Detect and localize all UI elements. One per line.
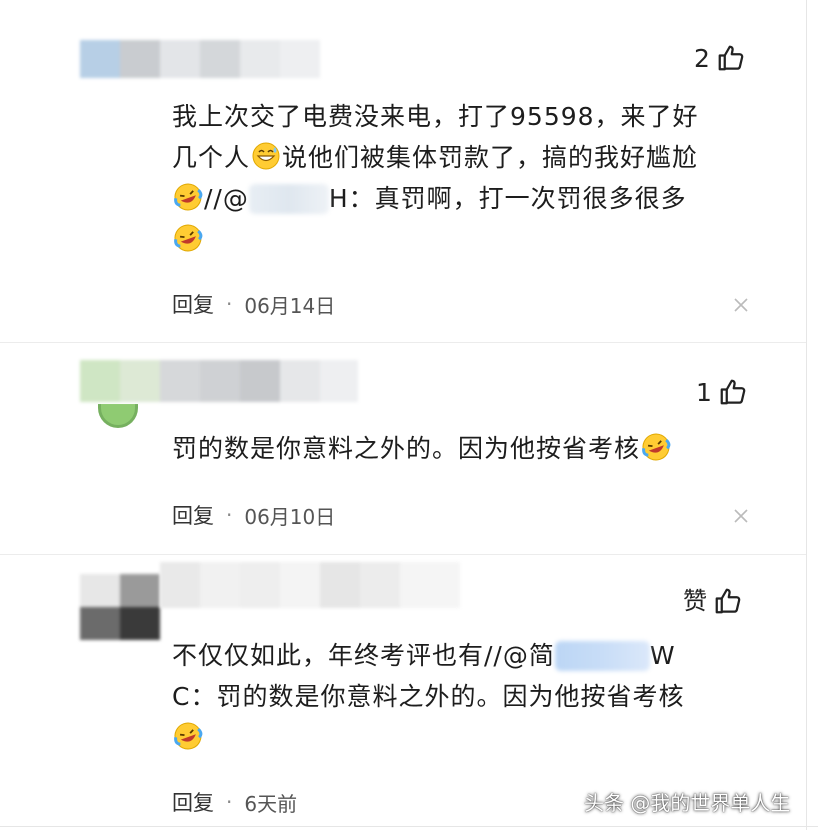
- like-button[interactable]: 2: [694, 43, 746, 73]
- comment-date: 06月10日: [244, 504, 336, 529]
- separator-dot: ·: [226, 790, 233, 814]
- comment-item: 2 我上次交了电费没来电，打了95598，来了好 几个人 说他们被集体罚款了，搞的…: [0, 0, 806, 342]
- laughing-crying-emoji-icon: [174, 722, 203, 750]
- laughing-crying-emoji-icon: [642, 433, 671, 461]
- comment-meta: 回复 · 6天前: [172, 787, 297, 817]
- thumbs-up-icon: [718, 45, 744, 71]
- like-count: 1: [696, 377, 712, 407]
- thumbs-up-icon: [720, 379, 746, 405]
- username-blurred: [160, 562, 460, 608]
- comment-meta: 回复 · 06月14日: [172, 289, 335, 319]
- like-count: 2: [694, 43, 710, 73]
- thumbs-up-icon: [715, 588, 741, 614]
- close-icon[interactable]: [733, 297, 749, 313]
- mention-username-blurred[interactable]: [248, 184, 329, 214]
- reply-button[interactable]: 回复: [172, 289, 214, 319]
- avatar-username-blurred: [80, 40, 320, 78]
- comment-text: 不仅仅如此，年终考评也有//@简 W C：罚的数是你意料之外的。因为他按省考核: [172, 635, 762, 758]
- like-button[interactable]: 赞: [683, 586, 743, 616]
- comment-text: 我上次交了电费没来电，打了95598，来了好 几个人 说他们被集体罚款了，搞的我好…: [172, 96, 762, 260]
- laughing-crying-emoji-icon: [174, 224, 203, 252]
- close-icon[interactable]: [733, 508, 749, 524]
- avatar[interactable]: [98, 404, 138, 428]
- like-label: 赞: [683, 587, 707, 615]
- right-border: [806, 0, 807, 830]
- separator-dot: ·: [226, 503, 233, 527]
- reply-button[interactable]: 回复: [172, 787, 214, 817]
- comment-date: 06月14日: [244, 293, 336, 318]
- avatar-blurred: [80, 574, 160, 640]
- separator-dot: ·: [226, 292, 233, 316]
- like-button[interactable]: 1: [696, 377, 748, 407]
- watermark: 头条 @我的世界单人生: [584, 791, 791, 815]
- comment-meta: 回复 · 06月10日: [172, 500, 335, 530]
- comment-item: 1 罚的数是你意料之外的。因为他按省考核 回复 · 06月10日: [0, 342, 806, 554]
- comment-date: 6天前: [244, 791, 298, 816]
- mention-username-blurred[interactable]: [554, 641, 650, 671]
- reply-button[interactable]: 回复: [172, 500, 214, 530]
- grinning-sweat-emoji-icon: [252, 142, 280, 170]
- comment-text: 罚的数是你意料之外的。因为他按省考核: [172, 428, 762, 469]
- avatar-username-blurred: [80, 360, 358, 402]
- laughing-crying-emoji-icon: [174, 183, 203, 211]
